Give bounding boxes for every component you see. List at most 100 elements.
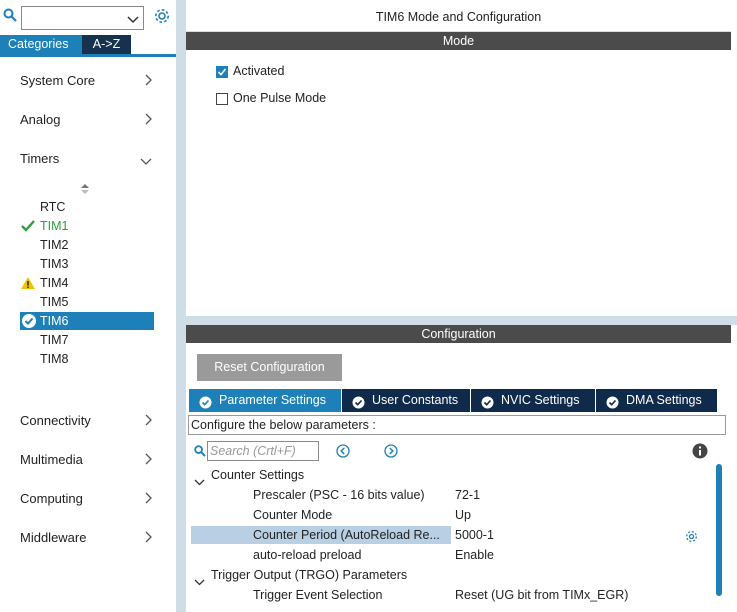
param-value[interactable]: Up	[455, 505, 471, 525]
previous-result-icon[interactable]	[336, 444, 350, 461]
timer-item-tim7[interactable]: TIM7	[20, 331, 154, 349]
parameter-search-input[interactable]: Search (Crtl+F)	[207, 441, 319, 461]
config-tabs: Parameter Settings User Constants NVIC S…	[189, 389, 717, 412]
timer-label: TIM5	[40, 295, 69, 309]
param-row-auto-reload-preload[interactable]: auto-reload preload Enable	[191, 545, 708, 565]
activated-checkbox[interactable]	[216, 66, 228, 78]
chevron-right-icon	[144, 74, 152, 89]
info-icon[interactable]	[692, 443, 708, 462]
vertical-scrollbar[interactable]	[716, 464, 722, 596]
timer-label: TIM7	[40, 333, 69, 347]
category-analog[interactable]: Analog	[20, 110, 156, 130]
tab-user-constants[interactable]: User Constants	[342, 389, 470, 412]
category-label: Analog	[20, 112, 61, 127]
check-circle-icon	[199, 394, 212, 409]
timer-item-rtc[interactable]: RTC	[20, 198, 154, 216]
param-value[interactable]: 72-1	[455, 485, 480, 505]
chevron-right-icon	[144, 113, 152, 128]
timer-item-tim5[interactable]: TIM5	[20, 293, 154, 311]
param-name: Prescaler (PSC - 16 bits value)	[253, 488, 425, 502]
param-value[interactable]: Enable	[455, 545, 494, 565]
timer-item-tim4[interactable]: TIM4	[20, 274, 154, 292]
one-pulse-mode-checkbox[interactable]	[216, 93, 228, 105]
timer-label: TIM6	[40, 314, 69, 328]
category-computing[interactable]: Computing	[20, 489, 156, 509]
configuration-header: Configuration	[186, 325, 731, 343]
tab-parameter-settings[interactable]: Parameter Settings	[189, 389, 341, 412]
timer-label: TIM4	[40, 276, 69, 290]
category-label: Timers	[20, 151, 60, 166]
check-circle-icon	[481, 394, 494, 409]
panel-gap	[186, 316, 737, 325]
check-circle-icon	[21, 313, 37, 328]
param-row-trigger-event-selection[interactable]: Trigger Event Selection Reset (UG bit fr…	[191, 585, 708, 605]
category-system-core[interactable]: System Core	[20, 71, 156, 91]
next-result-icon[interactable]	[384, 444, 398, 461]
param-name: Counter Mode	[253, 508, 333, 522]
page-title: TIM6 Mode and Configuration	[186, 0, 731, 32]
timer-item-tim8[interactable]: TIM8	[20, 350, 154, 368]
chevron-down-icon[interactable]	[127, 13, 139, 28]
chevron-right-icon	[144, 453, 152, 468]
param-value[interactable]: 5000-1	[455, 525, 494, 545]
panel-splitter[interactable]	[176, 0, 186, 612]
timer-item-tim6[interactable]: TIM6	[20, 312, 154, 330]
category-timers[interactable]: Timers	[20, 149, 156, 169]
check-circle-icon	[352, 394, 365, 409]
chevron-right-icon	[144, 531, 152, 546]
category-middleware[interactable]: Middleware	[20, 528, 156, 548]
category-connectivity[interactable]: Connectivity	[20, 411, 156, 431]
group-trigger-output[interactable]: Trigger Output (TRGO) Parameters	[194, 565, 514, 586]
param-row-counter-period[interactable]: Counter Period (AutoReload Re... 5000-1	[191, 525, 708, 545]
param-name: auto-reload preload	[253, 548, 362, 562]
param-row-counter-mode[interactable]: Counter Mode Up	[191, 505, 708, 525]
category-label: System Core	[20, 73, 96, 88]
group-label: Counter Settings	[211, 468, 305, 482]
param-name: Trigger Event Selection	[253, 588, 383, 602]
category-label: Connectivity	[20, 413, 91, 428]
tab-categories[interactable]: Categories	[0, 35, 82, 54]
param-value[interactable]: Reset (UG bit from TIMx_EGR)	[455, 585, 628, 605]
param-name: Counter Period (AutoReload Re...	[253, 528, 440, 542]
gear-icon[interactable]	[153, 7, 171, 28]
timer-item-tim2[interactable]: TIM2	[20, 236, 154, 254]
one-pulse-mode-label: One Pulse Mode	[233, 91, 327, 105]
check-circle-icon	[606, 394, 619, 409]
chevron-right-icon	[144, 414, 152, 429]
category-multimedia[interactable]: Multimedia	[20, 450, 156, 470]
tab-underline	[0, 54, 176, 57]
mode-panel: Activated One Pulse Mode	[186, 50, 731, 316]
search-icon[interactable]	[194, 445, 206, 460]
category-tabs: Categories A->Z	[0, 35, 131, 54]
mode-header: Mode	[186, 32, 731, 50]
sort-icon[interactable]	[80, 183, 90, 198]
search-combo-input[interactable]	[21, 6, 144, 30]
chevron-right-icon	[144, 492, 152, 507]
tab-label: DMA Settings	[626, 393, 702, 407]
chevron-down-icon	[140, 154, 152, 169]
group-counter-settings[interactable]: Counter Settings	[194, 465, 494, 486]
check-icon	[20, 219, 36, 233]
timer-item-tim3[interactable]: TIM3	[20, 255, 154, 273]
timer-label: TIM3	[40, 257, 69, 271]
timer-label: TIM1	[40, 219, 69, 233]
configure-hint: Configure the below parameters :	[188, 415, 726, 435]
timer-label: RTC	[40, 200, 66, 214]
param-row-prescaler[interactable]: Prescaler (PSC - 16 bits value) 72-1	[191, 485, 708, 505]
tab-label: User Constants	[372, 393, 459, 407]
warning-icon	[20, 276, 36, 290]
category-label: Middleware	[20, 530, 87, 545]
activated-label: Activated	[233, 64, 285, 78]
reset-configuration-button[interactable]: Reset Configuration	[197, 354, 342, 381]
tab-label: NVIC Settings	[501, 393, 580, 407]
timer-item-tim1[interactable]: TIM1	[20, 217, 154, 235]
tab-a-z[interactable]: A->Z	[82, 35, 131, 54]
category-label: Computing	[20, 491, 83, 506]
tab-nvic-settings[interactable]: NVIC Settings	[471, 389, 595, 412]
sidebar: Categories A->Z System Core Analog Timer…	[0, 0, 176, 612]
gear-icon[interactable]	[685, 530, 698, 546]
main-panel: TIM6 Mode and Configuration Mode Activat…	[186, 0, 737, 612]
sidebar-search-row	[0, 4, 176, 30]
tab-dma-settings[interactable]: DMA Settings	[596, 389, 717, 412]
search-icon[interactable]	[3, 8, 17, 25]
